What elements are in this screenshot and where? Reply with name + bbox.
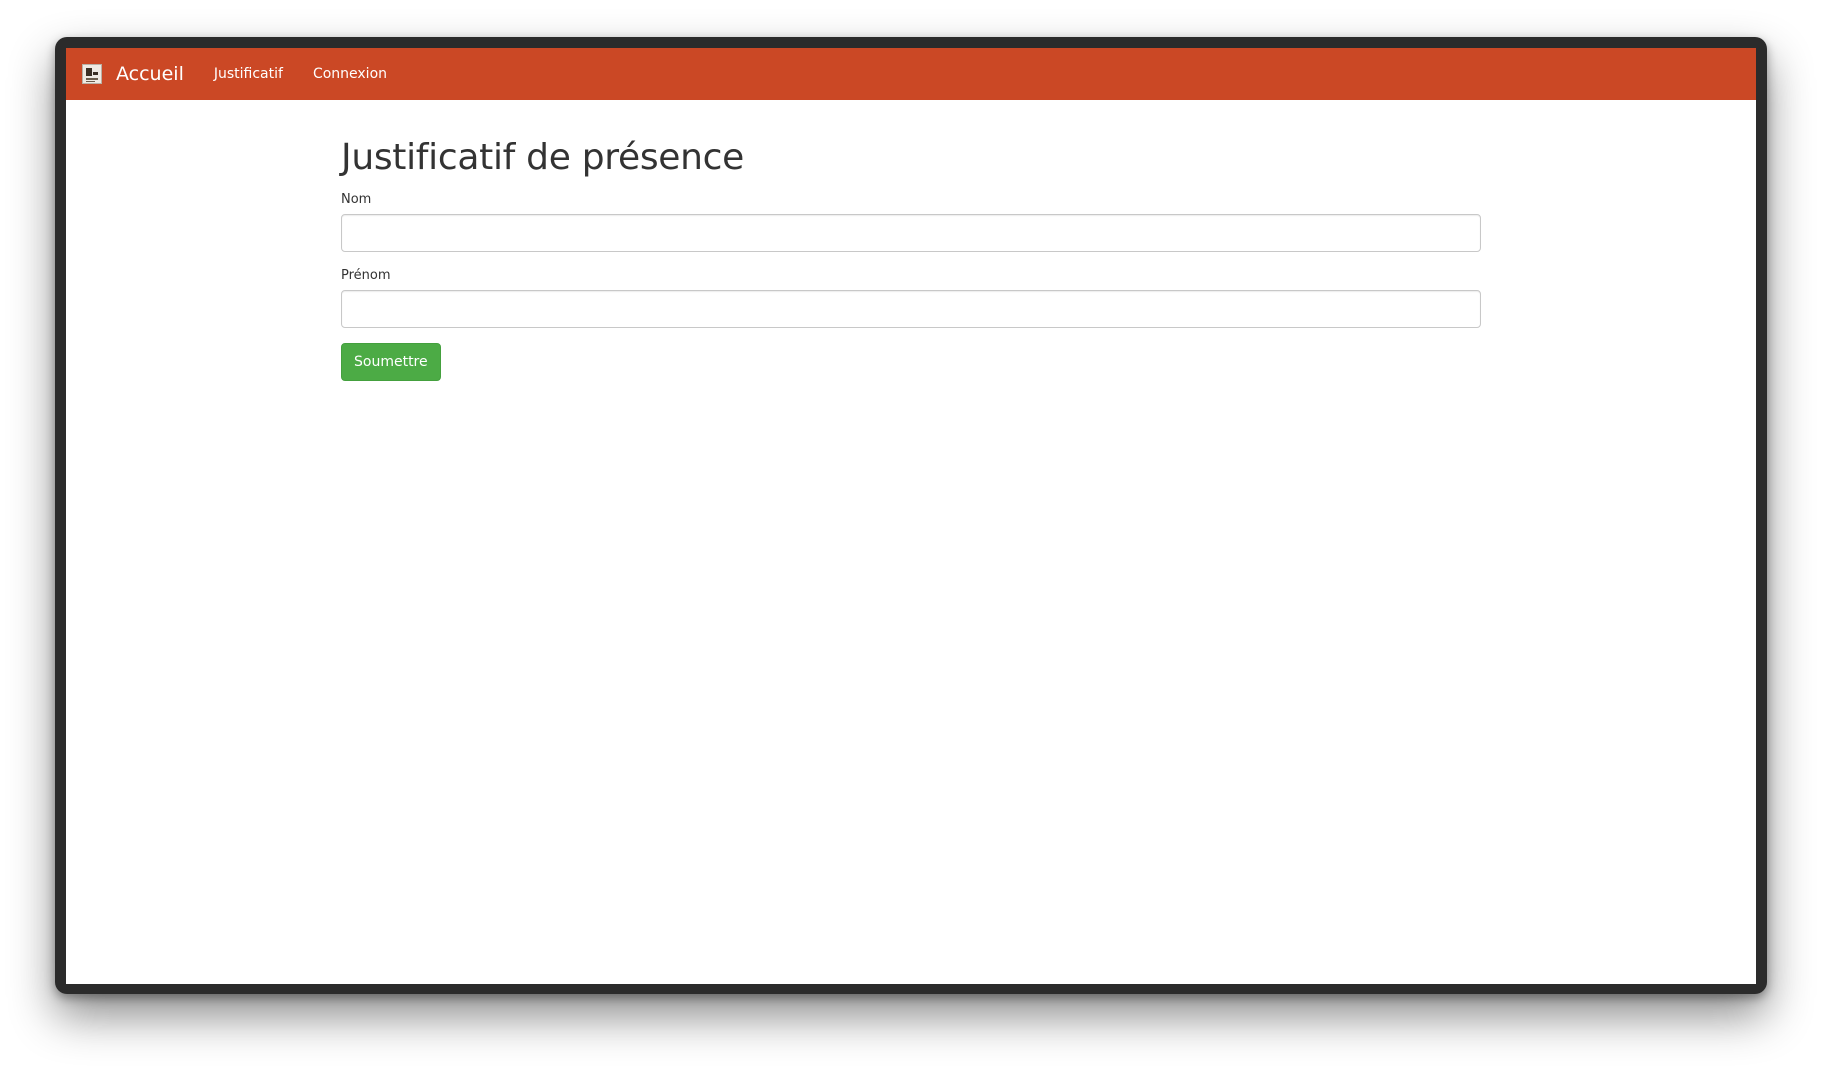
presence-form: Nom Prénom Soumettre	[341, 192, 1481, 381]
desktop-backdrop: Accueil Justificatif Connexion Justifica…	[0, 0, 1822, 1068]
form-group-prenom: Prénom	[341, 268, 1481, 328]
browser-window: Accueil Justificatif Connexion Justifica…	[66, 48, 1756, 984]
prenom-label: Prénom	[341, 268, 391, 283]
site-logo-icon	[82, 64, 102, 84]
nav-link-connexion[interactable]: Connexion	[313, 48, 387, 100]
brand-label: Accueil	[116, 63, 184, 85]
brand-home-link[interactable]: Accueil	[82, 48, 184, 100]
nav-link-justificatif[interactable]: Justificatif	[214, 48, 283, 100]
nom-input[interactable]	[341, 214, 1481, 252]
page-title: Justificatif de présence	[341, 137, 744, 178]
form-group-nom: Nom	[341, 192, 1481, 252]
prenom-input[interactable]	[341, 290, 1481, 328]
top-navbar: Accueil Justificatif Connexion	[66, 48, 1756, 100]
nom-label: Nom	[341, 192, 372, 207]
main-content: Justificatif de présence Nom Prénom Soum…	[341, 136, 1481, 381]
submit-button[interactable]: Soumettre	[341, 343, 441, 381]
